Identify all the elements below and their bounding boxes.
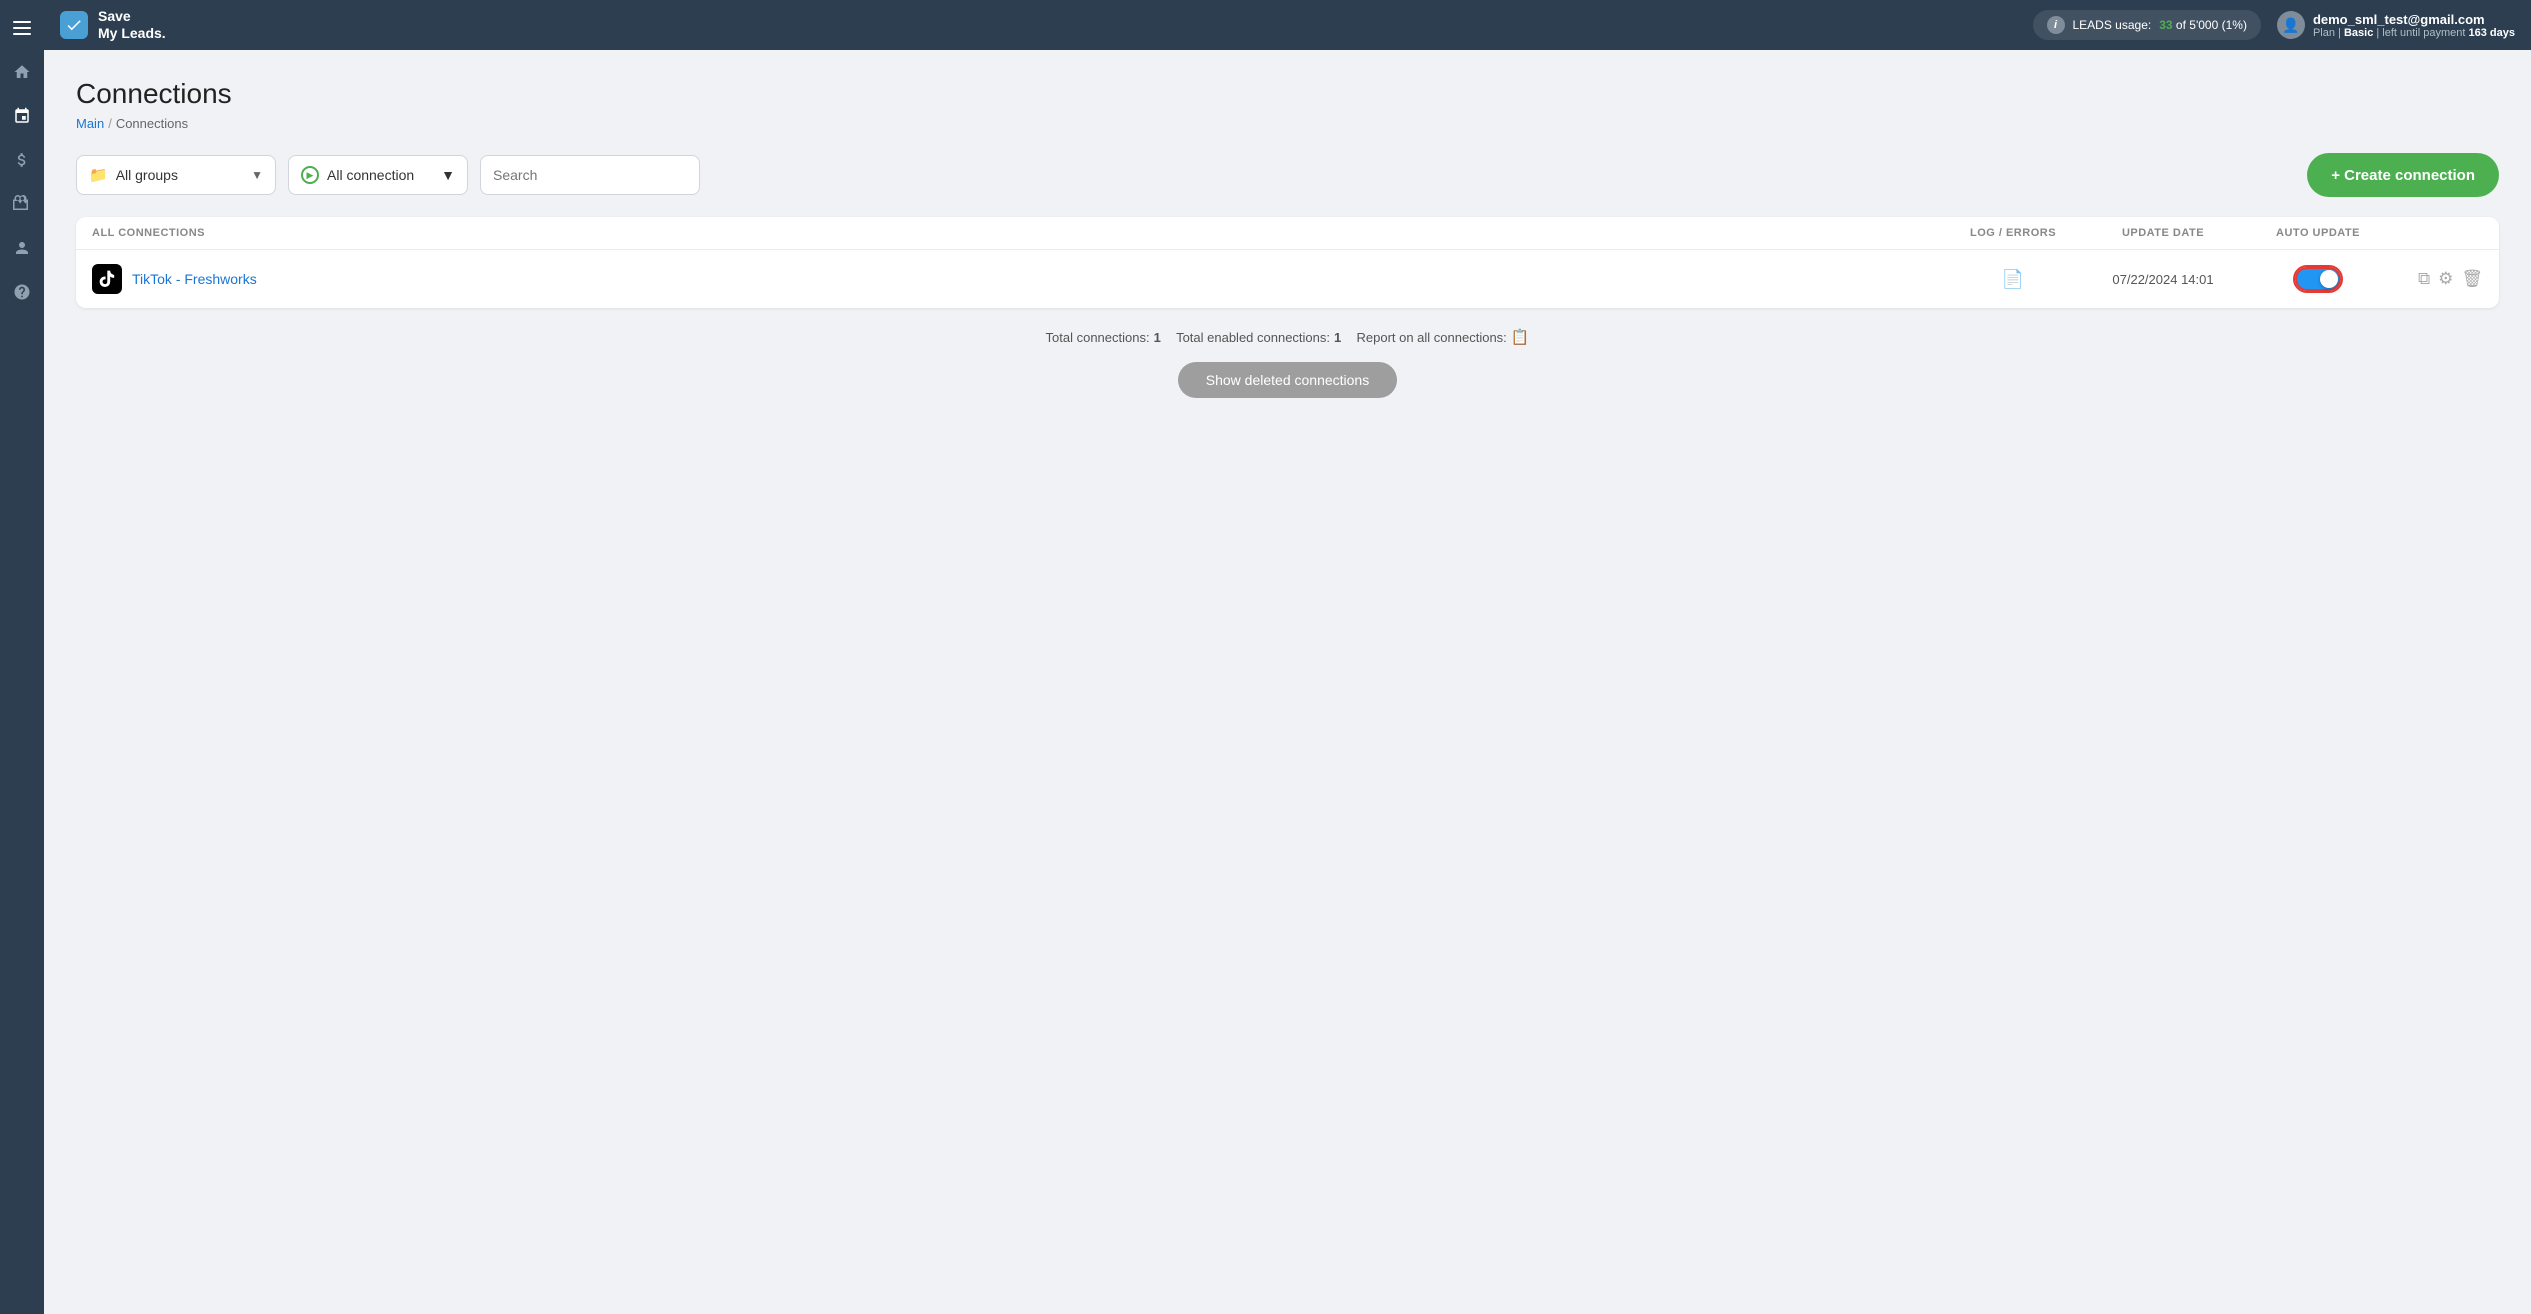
- breadcrumb-home[interactable]: Main: [76, 116, 104, 131]
- log-icon[interactable]: 📄: [2002, 269, 2024, 289]
- report-label: Report on all connections:: [1356, 330, 1506, 345]
- total-connections-label: Total connections:: [1046, 330, 1150, 345]
- connection-filter-dropdown[interactable]: ▶ All connection ▼: [288, 155, 468, 195]
- connection-filter-label: All connection: [327, 167, 414, 183]
- toggle-knob: [2320, 270, 2338, 288]
- footer-stats: Total connections: 1 Total enabled conne…: [76, 328, 2499, 346]
- auto-update-cell: [2253, 267, 2383, 291]
- sidebar-item-home[interactable]: [4, 54, 40, 90]
- delete-icon[interactable]: 🗑: [2461, 269, 2483, 289]
- user-email: demo_sml_test@gmail.com: [2313, 12, 2515, 27]
- user-plan: Plan | Basic | left until payment 163 da…: [2313, 27, 2515, 39]
- page-title: Connections: [76, 78, 2499, 110]
- table-row: TikTok - Freshworks 📄 07/22/2024 14:01 ⧉…: [76, 250, 2499, 308]
- topbar-left: Save My Leads.: [60, 8, 166, 42]
- main-area: Save My Leads. i LEADS usage: 33 of 5'00…: [44, 0, 2531, 1314]
- groups-dropdown[interactable]: 📁 All groups ▼: [76, 155, 276, 195]
- leads-of: of: [2176, 18, 2189, 32]
- avatar: 👤: [2277, 11, 2305, 39]
- leads-usage-badge: i LEADS usage: 33 of 5'000 (1%): [2033, 10, 2261, 40]
- connection-name-cell: TikTok - Freshworks: [92, 264, 1953, 294]
- total-enabled-value: 1: [1334, 330, 1341, 345]
- connections-table: ALL CONNECTIONS LOG / ERRORS UPDATE DATE…: [76, 217, 2499, 308]
- logo-text: Save My Leads.: [98, 8, 166, 42]
- update-date-cell: 07/22/2024 14:01: [2073, 272, 2253, 287]
- toggle-slider: [2295, 267, 2341, 291]
- col-update-date: UPDATE DATE: [2073, 227, 2253, 239]
- col-all-connections: ALL CONNECTIONS: [92, 227, 1953, 239]
- folder-icon: 📁: [89, 166, 108, 184]
- report-icon[interactable]: 📋: [1511, 328, 1530, 346]
- leads-usage-label: LEADS usage:: [2073, 18, 2152, 32]
- topbar-right: i LEADS usage: 33 of 5'000 (1%) 👤 demo_s…: [2033, 10, 2516, 40]
- user-details: demo_sml_test@gmail.com Plan | Basic | l…: [2313, 12, 2515, 39]
- total-connections-value: 1: [1154, 330, 1161, 345]
- col-auto-update: AUTO UPDATE: [2253, 227, 2383, 239]
- info-icon: i: [2047, 16, 2065, 34]
- sidebar-item-billing[interactable]: [4, 142, 40, 178]
- leads-used: 33 of 5'000 (1%): [2159, 18, 2247, 32]
- sidebar: [0, 0, 44, 1314]
- log-errors-cell: 📄: [1953, 269, 2073, 290]
- search-input[interactable]: [480, 155, 700, 195]
- content: Connections Main / Connections 📁 All gro…: [44, 50, 2531, 1314]
- chevron-down-icon-2: ▼: [441, 167, 455, 183]
- sidebar-item-help[interactable]: [4, 274, 40, 310]
- actions-cell: ⧉ ⚙ 🗑: [2383, 269, 2483, 289]
- sidebar-item-menu[interactable]: [4, 10, 40, 46]
- show-deleted-button[interactable]: Show deleted connections: [1178, 362, 1397, 398]
- tiktok-logo: [92, 264, 122, 294]
- user-info[interactable]: 👤 demo_sml_test@gmail.com Plan | Basic |…: [2277, 11, 2515, 39]
- auto-update-toggle[interactable]: [2295, 267, 2341, 291]
- groups-label: All groups: [116, 167, 178, 183]
- breadcrumb: Main / Connections: [76, 116, 2499, 131]
- settings-icon[interactable]: ⚙: [2438, 269, 2453, 289]
- play-icon: ▶: [301, 166, 319, 184]
- table-header: ALL CONNECTIONS LOG / ERRORS UPDATE DATE…: [76, 217, 2499, 250]
- toolbar: 📁 All groups ▼ ▶ All connection ▼ + Crea…: [76, 153, 2499, 197]
- copy-icon[interactable]: ⧉: [2418, 269, 2430, 289]
- sidebar-item-profile[interactable]: [4, 230, 40, 266]
- create-connection-button[interactable]: + Create connection: [2307, 153, 2499, 197]
- sidebar-item-integrations[interactable]: [4, 186, 40, 222]
- logo-icon: [60, 11, 88, 39]
- topbar: Save My Leads. i LEADS usage: 33 of 5'00…: [44, 0, 2531, 50]
- chevron-down-icon: ▼: [251, 168, 263, 182]
- breadcrumb-current: Connections: [116, 116, 188, 131]
- col-log-errors: LOG / ERRORS: [1953, 227, 2073, 239]
- sidebar-item-connections[interactable]: [4, 98, 40, 134]
- connection-link[interactable]: TikTok - Freshworks: [132, 271, 257, 287]
- total-enabled-label: Total enabled connections:: [1176, 330, 1330, 345]
